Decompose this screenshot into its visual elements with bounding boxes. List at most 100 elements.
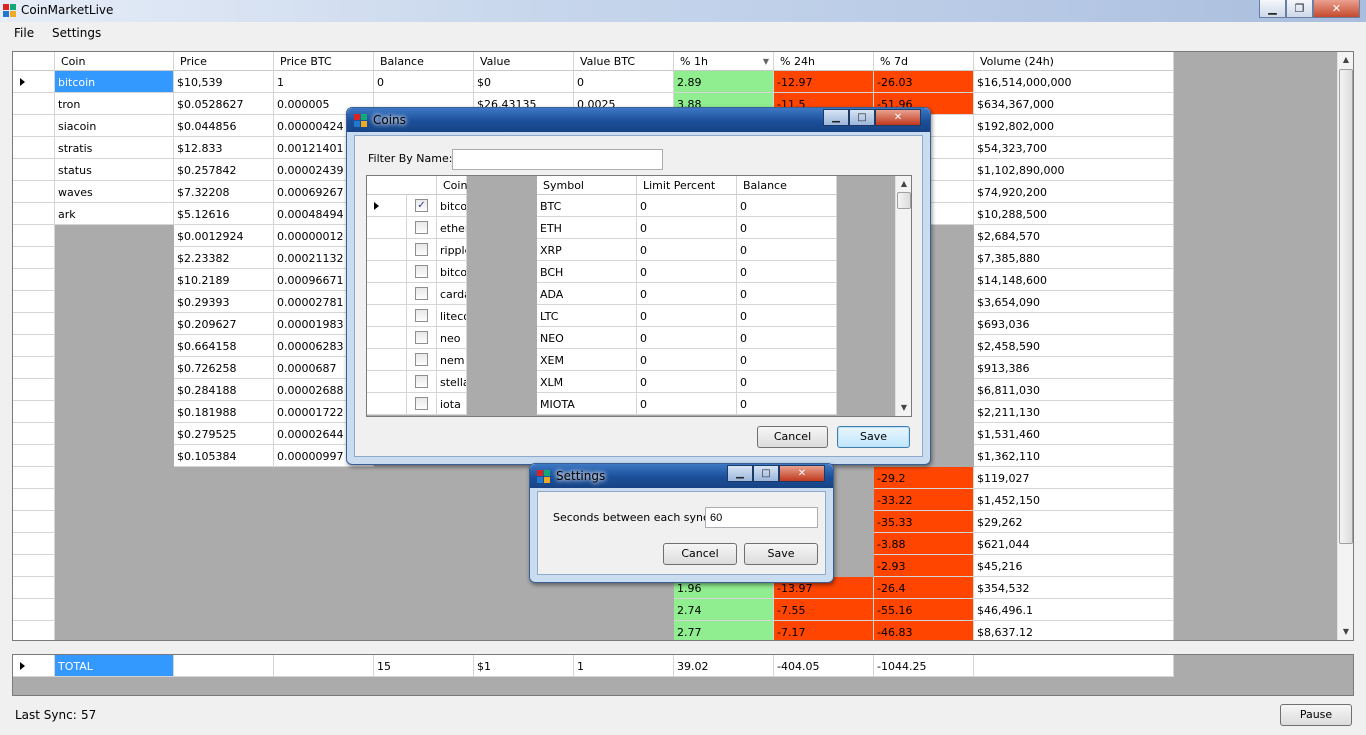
coin-symbol-cell[interactable]: BCH <box>537 261 637 283</box>
coin-coin-cell[interactable]: bitcoin-cash <box>437 261 467 283</box>
row-header[interactable] <box>13 401 55 423</box>
scroll-down-icon[interactable]: ▼ <box>896 400 911 416</box>
total-row-header[interactable] <box>13 655 55 677</box>
grid-cell[interactable]: $7,385,880 <box>974 247 1174 269</box>
row-header[interactable] <box>13 621 55 640</box>
grid-cell[interactable]: $693,036 <box>974 313 1174 335</box>
coin-limit-cell[interactable]: 0 <box>637 239 737 261</box>
coin-balance-cell[interactable]: 0 <box>737 305 837 327</box>
total-cell[interactable]: 39.02 <box>674 655 774 677</box>
grid-cell[interactable]: $14,148,600 <box>974 269 1174 291</box>
row-header[interactable] <box>13 71 55 93</box>
grid-cell[interactable]: 0 <box>574 71 674 93</box>
grid-cell[interactable]: $0 <box>474 71 574 93</box>
grid-cell[interactable]: $6,811,030 <box>974 379 1174 401</box>
grid-cell[interactable]: $12.833 <box>174 137 274 159</box>
grid-cell[interactable]: 0 <box>374 71 474 93</box>
coins-scroll-thumb[interactable] <box>897 192 911 209</box>
coin-checkbox-cell[interactable] <box>407 217 437 239</box>
row-header[interactable] <box>13 445 55 467</box>
row-header[interactable] <box>13 247 55 269</box>
grid-cell[interactable]: $0.29393 <box>174 291 274 313</box>
coin-checkbox-cell[interactable] <box>407 305 437 327</box>
grid-cell[interactable]: -7.17 <box>774 621 874 640</box>
grid-cell[interactable]: $74,920,200 <box>974 181 1174 203</box>
grid-cell[interactable]: $8,637.12 <box>974 621 1174 640</box>
row-header[interactable] <box>13 291 55 313</box>
grid-cell[interactable]: $2,684,570 <box>974 225 1174 247</box>
row-header[interactable] <box>13 335 55 357</box>
close-button[interactable]: ✕ <box>1313 0 1360 18</box>
coin-checkbox-cell[interactable] <box>407 239 437 261</box>
grid-cell[interactable]: 2.74 <box>674 599 774 621</box>
grid-cell[interactable]: $2.23382 <box>174 247 274 269</box>
column-header[interactable]: % 24h <box>774 52 874 71</box>
row-header[interactable] <box>13 555 55 577</box>
row-header[interactable] <box>13 489 55 511</box>
grid-cell[interactable]: $0.284188 <box>174 379 274 401</box>
settings-dialog-titlebar[interactable]: Settings ▁ □ ✕ <box>530 464 833 488</box>
coin-coin-cell[interactable]: iota <box>437 393 467 415</box>
grid-cell[interactable]: $354,532 <box>974 577 1174 599</box>
coin-coin-cell[interactable]: nem <box>437 349 467 371</box>
grid-cell[interactable]: -7.55 <box>774 599 874 621</box>
coin-limit-cell[interactable]: 0 <box>637 195 737 217</box>
menu-settings[interactable]: Settings <box>52 26 101 40</box>
grid-cell[interactable]: $0.664158 <box>174 335 274 357</box>
coin-checkbox-cell[interactable] <box>407 283 437 305</box>
grid-cell[interactable]: siacoin <box>55 115 174 137</box>
row-header[interactable] <box>13 93 55 115</box>
coin-symbol-cell[interactable]: ADA <box>537 283 637 305</box>
coin-limit-cell[interactable]: 0 <box>637 217 737 239</box>
scroll-up-icon[interactable]: ▲ <box>1338 52 1353 68</box>
grid-cell[interactable]: stratis <box>55 137 174 159</box>
coin-symbol-cell[interactable]: MIOTA <box>537 393 637 415</box>
grid-cell[interactable]: $0.044856 <box>174 115 274 137</box>
grid-cell[interactable]: tron <box>55 93 174 115</box>
grid-cell[interactable]: $0.0012924 <box>174 225 274 247</box>
grid-cell[interactable]: $0.105384 <box>174 445 274 467</box>
coins-cancel-button[interactable]: Cancel <box>757 426 828 448</box>
column-header[interactable]: Price <box>174 52 274 71</box>
coins-row-header[interactable] <box>367 283 407 305</box>
total-cell[interactable]: 15 <box>374 655 474 677</box>
row-header[interactable] <box>13 313 55 335</box>
grid-cell[interactable]: $7.32208 <box>174 181 274 203</box>
coin-symbol-cell[interactable]: NEO <box>537 327 637 349</box>
grid-cell[interactable]: 1 <box>274 71 374 93</box>
settings-maximize-button[interactable]: □ <box>753 465 779 482</box>
checkbox-icon[interactable] <box>415 397 428 410</box>
grid-cell[interactable]: $10,539 <box>174 71 274 93</box>
grid-cell[interactable]: $10.2189 <box>174 269 274 291</box>
coin-symbol-cell[interactable]: ETH <box>537 217 637 239</box>
grid-cell[interactable]: $1,531,460 <box>974 423 1174 445</box>
coin-coin-cell[interactable]: ethereum <box>437 217 467 239</box>
row-header[interactable] <box>13 357 55 379</box>
grid-cell[interactable]: $54,323,700 <box>974 137 1174 159</box>
coin-coin-cell[interactable]: bitcoin <box>437 195 467 217</box>
scroll-down-icon[interactable]: ▼ <box>1338 624 1353 640</box>
row-header[interactable] <box>13 225 55 247</box>
row-header[interactable] <box>13 379 55 401</box>
filter-input[interactable] <box>452 149 663 170</box>
menu-file[interactable]: File <box>14 26 34 40</box>
column-header[interactable]: Balance <box>374 52 474 71</box>
grid-cell[interactable]: status <box>55 159 174 181</box>
grid-cell[interactable]: -29.2 <box>874 467 974 489</box>
coin-coin-cell[interactable]: ripple <box>437 239 467 261</box>
grid-cell[interactable]: $45,216 <box>974 555 1174 577</box>
grid-cell[interactable]: $46,496.1 <box>974 599 1174 621</box>
column-header[interactable]: Value BTC <box>574 52 674 71</box>
row-header[interactable] <box>13 203 55 225</box>
coins-save-button[interactable]: Save <box>837 426 910 448</box>
row-header[interactable] <box>13 159 55 181</box>
row-header[interactable] <box>13 511 55 533</box>
grid-cell[interactable]: $0.209627 <box>174 313 274 335</box>
grid-cell[interactable]: -55.16 <box>874 599 974 621</box>
grid-cell[interactable]: $119,027 <box>974 467 1174 489</box>
coins-column-header[interactable]: Balance <box>737 176 837 195</box>
coins-maximize-button[interactable]: □ <box>849 109 875 126</box>
row-header[interactable] <box>13 181 55 203</box>
total-cell[interactable]: TOTAL <box>55 655 174 677</box>
coins-row-header[interactable] <box>367 239 407 261</box>
